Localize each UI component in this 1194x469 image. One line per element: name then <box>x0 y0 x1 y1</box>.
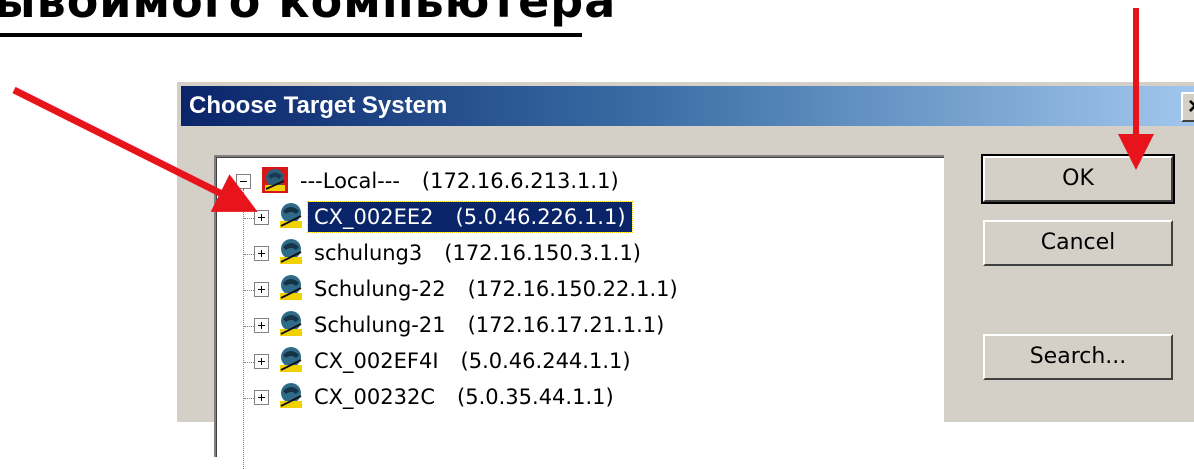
annotation-arrows <box>12 8 1154 212</box>
left-arrow <box>12 86 258 212</box>
